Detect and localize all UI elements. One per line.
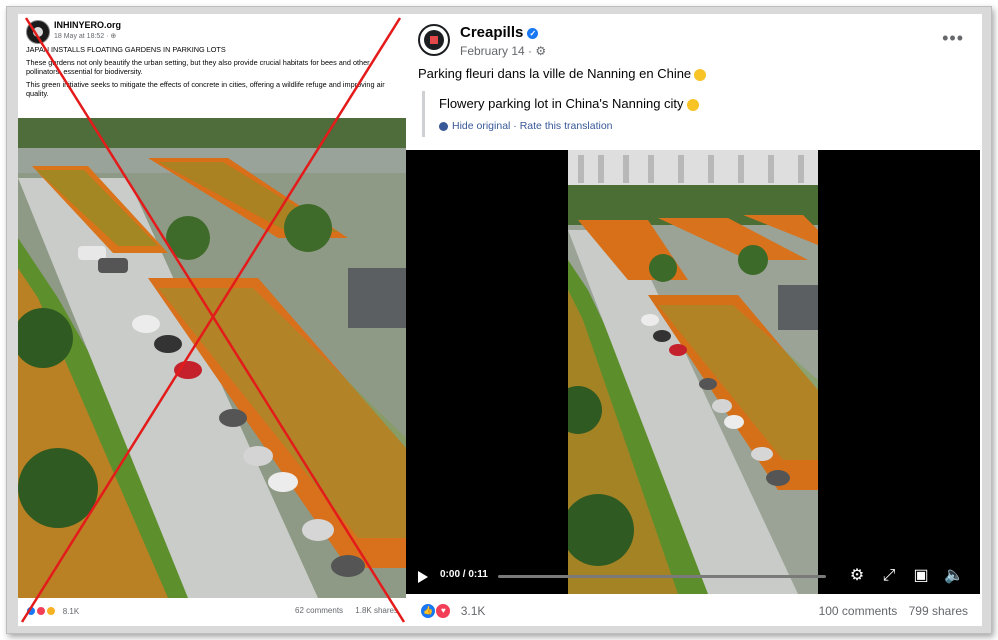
sunflower-emoji-icon [686, 98, 699, 111]
comments-count[interactable]: 100 comments [819, 604, 898, 618]
post-timestamp[interactable]: 18 May at 18:52 · ⊕ [54, 32, 116, 40]
like-icon [26, 606, 36, 616]
post-paragraph: These gardens not only beautify the urba… [26, 58, 370, 76]
translated-text: Flowery parking lot in China's Nanning c… [439, 96, 699, 111]
reactions-summary[interactable]: 👍 ♥ 3.1K [420, 603, 485, 619]
wow-icon [46, 606, 57, 616]
love-icon [36, 606, 47, 616]
page-name[interactable]: Creapills ✓ [460, 24, 539, 41]
translation-block: Flowery parking lot in China's Nanning c… [422, 91, 962, 137]
video-player[interactable]: 0:00 / 0:11 ⚙ ⤢ ▣ 🔈 [406, 150, 980, 594]
translation-links: Hide original · Rate this translation [439, 120, 613, 132]
parking-garden-image [18, 118, 406, 598]
verified-badge-icon: ✓ [527, 27, 539, 39]
play-icon[interactable] [418, 571, 428, 583]
audience-settings-icon: ⚙ [535, 44, 547, 58]
left-post-text: JAPAN INSTALLS FLOATING GARDENS IN PARKI… [26, 45, 398, 102]
fullscreen-icon[interactable]: ⤢ [880, 567, 898, 585]
translation-settings-icon[interactable] [439, 121, 448, 131]
reactions-count: 3.1K [460, 604, 486, 618]
hide-original-link[interactable]: Hide original [452, 120, 510, 132]
left-post-footer: 8.1K 62 comments 1.8K shares [18, 598, 406, 626]
page-avatar[interactable] [26, 20, 50, 44]
fact-check-left-post: INHINYERO.org 18 May at 18:52 · ⊕ JAPAN … [18, 14, 406, 626]
post-timestamp[interactable]: February 14 · ⚙ [460, 44, 546, 58]
engagement-counts: 100 comments 799 shares [811, 604, 968, 618]
like-icon: 👍 [420, 603, 436, 619]
video-progress-bar[interactable] [498, 575, 826, 578]
page-avatar[interactable] [418, 24, 450, 56]
shares-count[interactable]: 1.8K shares [355, 606, 398, 615]
picture-in-picture-icon[interactable]: ▣ [912, 567, 930, 585]
video-frame [568, 150, 818, 594]
page-name[interactable]: INHINYERO.org [54, 20, 121, 30]
reactions-summary[interactable]: 8.1K [26, 606, 79, 616]
more-options-icon[interactable]: ••• [942, 28, 964, 49]
comments-count[interactable]: 62 comments [295, 606, 343, 615]
parking-garden-video-frame [568, 150, 818, 594]
globe-icon: ⊕ [110, 33, 117, 40]
rate-translation-link[interactable]: Rate this translation [520, 120, 613, 132]
left-post-photo[interactable] [18, 118, 406, 598]
settings-gear-icon[interactable]: ⚙ [848, 567, 866, 585]
original-right-post: Creapills ✓ February 14 · ⚙ ••• Parking f… [406, 14, 982, 626]
post-original-text: Parking fleuri dans la ville de Nanning … [418, 66, 707, 81]
engagement-counts: 62 comments 1.8K shares [285, 606, 398, 615]
love-icon: ♥ [435, 603, 452, 619]
video-time: 0:00 / 0:11 [440, 569, 488, 580]
volume-icon[interactable]: 🔈 [944, 567, 964, 585]
post-headline: JAPAN INSTALLS FLOATING GARDENS IN PARKI… [26, 45, 226, 54]
post-paragraph: This green initiative seeks to mitigate … [26, 80, 385, 98]
right-post-footer: 👍 ♥ 3.1K 100 comments 799 shares [406, 598, 982, 626]
reactions-count: 8.1K [62, 606, 80, 616]
sunflower-emoji-icon [694, 68, 707, 81]
video-controls: 0:00 / 0:11 ⚙ ⤢ ▣ 🔈 [406, 558, 980, 594]
shares-count[interactable]: 799 shares [909, 604, 968, 618]
